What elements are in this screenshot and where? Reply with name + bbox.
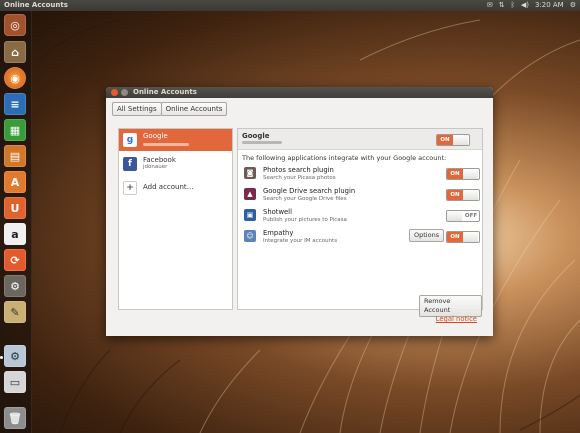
shotwell-toggle[interactable]: OFF (446, 210, 480, 222)
close-icon[interactable] (111, 89, 118, 96)
launcher: ◎ ⌂ ◉ ≡ ▦ ▤ A U a ⟳ ⚙ ✎ ⚙ ▭ 🗑 (0, 11, 32, 433)
app-name: Shotwell (263, 208, 292, 216)
active-app-indicator (0, 356, 3, 359)
writer-icon[interactable]: ≡ (4, 93, 26, 115)
system-tray: ✉ ⇅ ᛒ ◀) 3:20 AM ⚙ (487, 0, 576, 11)
camera-icon: ◙ (244, 167, 256, 179)
window-titlebar[interactable]: Online Accounts (106, 87, 493, 98)
mail-icon[interactable]: ✉ (487, 0, 493, 11)
legal-notice-link[interactable]: Legal notice (436, 315, 477, 323)
trash-icon[interactable]: 🗑 (4, 407, 26, 429)
clock[interactable]: 3:20 AM (535, 0, 564, 11)
amazon-icon[interactable]: a (4, 223, 26, 245)
impress-icon[interactable]: ▤ (4, 145, 26, 167)
add-account-item[interactable]: + Add account… (119, 177, 232, 199)
bluetooth-icon[interactable]: ᛒ (511, 0, 515, 11)
app-name: Photos search plugin (263, 166, 334, 174)
breadcrumb: All Settings Online Accounts (112, 102, 228, 116)
online-accounts-window: Online Accounts All Settings Online Acco… (106, 87, 493, 336)
remove-account-button[interactable]: Remove Account (419, 295, 482, 317)
account-header: Google ON (238, 129, 482, 150)
apps-intro-text: The following applications integrate wit… (242, 154, 447, 162)
app-name: Google Drive search plugin (263, 187, 356, 195)
app-row-photos: ◙ Photos search plugin Search your Picas… (238, 164, 482, 184)
shotwell-icon: ▣ (244, 209, 256, 221)
account-email-blurred (143, 142, 189, 148)
empathy-icon: ☺ (244, 230, 256, 242)
window-title: Online Accounts (133, 88, 197, 96)
empathy-options-button[interactable]: Options (409, 229, 445, 242)
add-icon: + (123, 181, 137, 195)
photos-toggle[interactable]: ON (446, 168, 480, 180)
account-toggle[interactable]: ON (436, 134, 470, 146)
breadcrumb-online-accounts[interactable]: Online Accounts (160, 102, 228, 116)
home-folder-icon[interactable]: ⌂ (4, 41, 26, 63)
top-panel: Online Accounts ✉ ⇅ ᛒ ◀) 3:20 AM ⚙ (0, 0, 580, 11)
ubuntu-one-icon[interactable]: U (4, 197, 26, 219)
account-detail: Google ON The following applications int… (237, 128, 483, 317)
volume-icon[interactable]: ◀) (521, 0, 529, 11)
app-description: Publish your pictures to Picasa (263, 217, 347, 223)
account-item-facebook[interactable]: f Facebook jdonauer (119, 153, 232, 175)
calc-icon[interactable]: ▦ (4, 119, 26, 141)
account-title: Google (242, 132, 270, 140)
top-panel-title: Online Accounts (4, 1, 68, 9)
app-description: Search your Picasa photos (263, 175, 336, 181)
minimize-icon[interactable] (121, 89, 128, 96)
add-account-label: Add account… (143, 183, 194, 191)
app-row-drive: ▲ Google Drive search plugin Search your… (238, 185, 482, 205)
drive-toggle[interactable]: ON (446, 189, 480, 201)
app-description: Search your Google Drive files (263, 196, 347, 202)
file-manager-icon[interactable]: ▭ (4, 371, 26, 393)
update-manager-icon[interactable]: ⟳ (4, 249, 26, 271)
breadcrumb-all-settings[interactable]: All Settings (112, 102, 162, 116)
network-icon[interactable]: ⇅ (499, 0, 505, 11)
ubuntu-dash-icon[interactable]: ◎ (4, 14, 26, 36)
account-email-blurred (242, 141, 282, 144)
empathy-toggle[interactable]: ON (446, 231, 480, 243)
app-description: Integrate your IM accounts (263, 238, 338, 244)
app-row-empathy: ☺ Empathy Integrate your IM accounts Opt… (238, 227, 482, 247)
google-icon: g (123, 133, 137, 147)
app-name: Empathy (263, 229, 294, 237)
online-accounts-icon[interactable]: ⚙ (4, 345, 26, 367)
accounts-list: g Google f Facebook jdonauer + Add accou… (118, 128, 233, 310)
software-center-icon[interactable]: A (4, 171, 26, 193)
account-item-google[interactable]: g Google (119, 129, 232, 151)
system-settings-icon[interactable]: ⚙ (4, 275, 26, 297)
drive-icon: ▲ (244, 188, 256, 200)
firefox-icon[interactable]: ◉ (4, 67, 26, 89)
account-name: Facebook (143, 156, 176, 164)
account-username: jdonauer (143, 164, 168, 170)
facebook-icon: f (123, 157, 137, 171)
account-name: Google (143, 132, 168, 140)
toggle-state: ON (437, 135, 453, 145)
settings-gear-icon[interactable]: ⚙ (570, 0, 576, 11)
text-editor-icon[interactable]: ✎ (4, 301, 26, 323)
app-row-shotwell: ▣ Shotwell Publish your pictures to Pica… (238, 206, 482, 226)
